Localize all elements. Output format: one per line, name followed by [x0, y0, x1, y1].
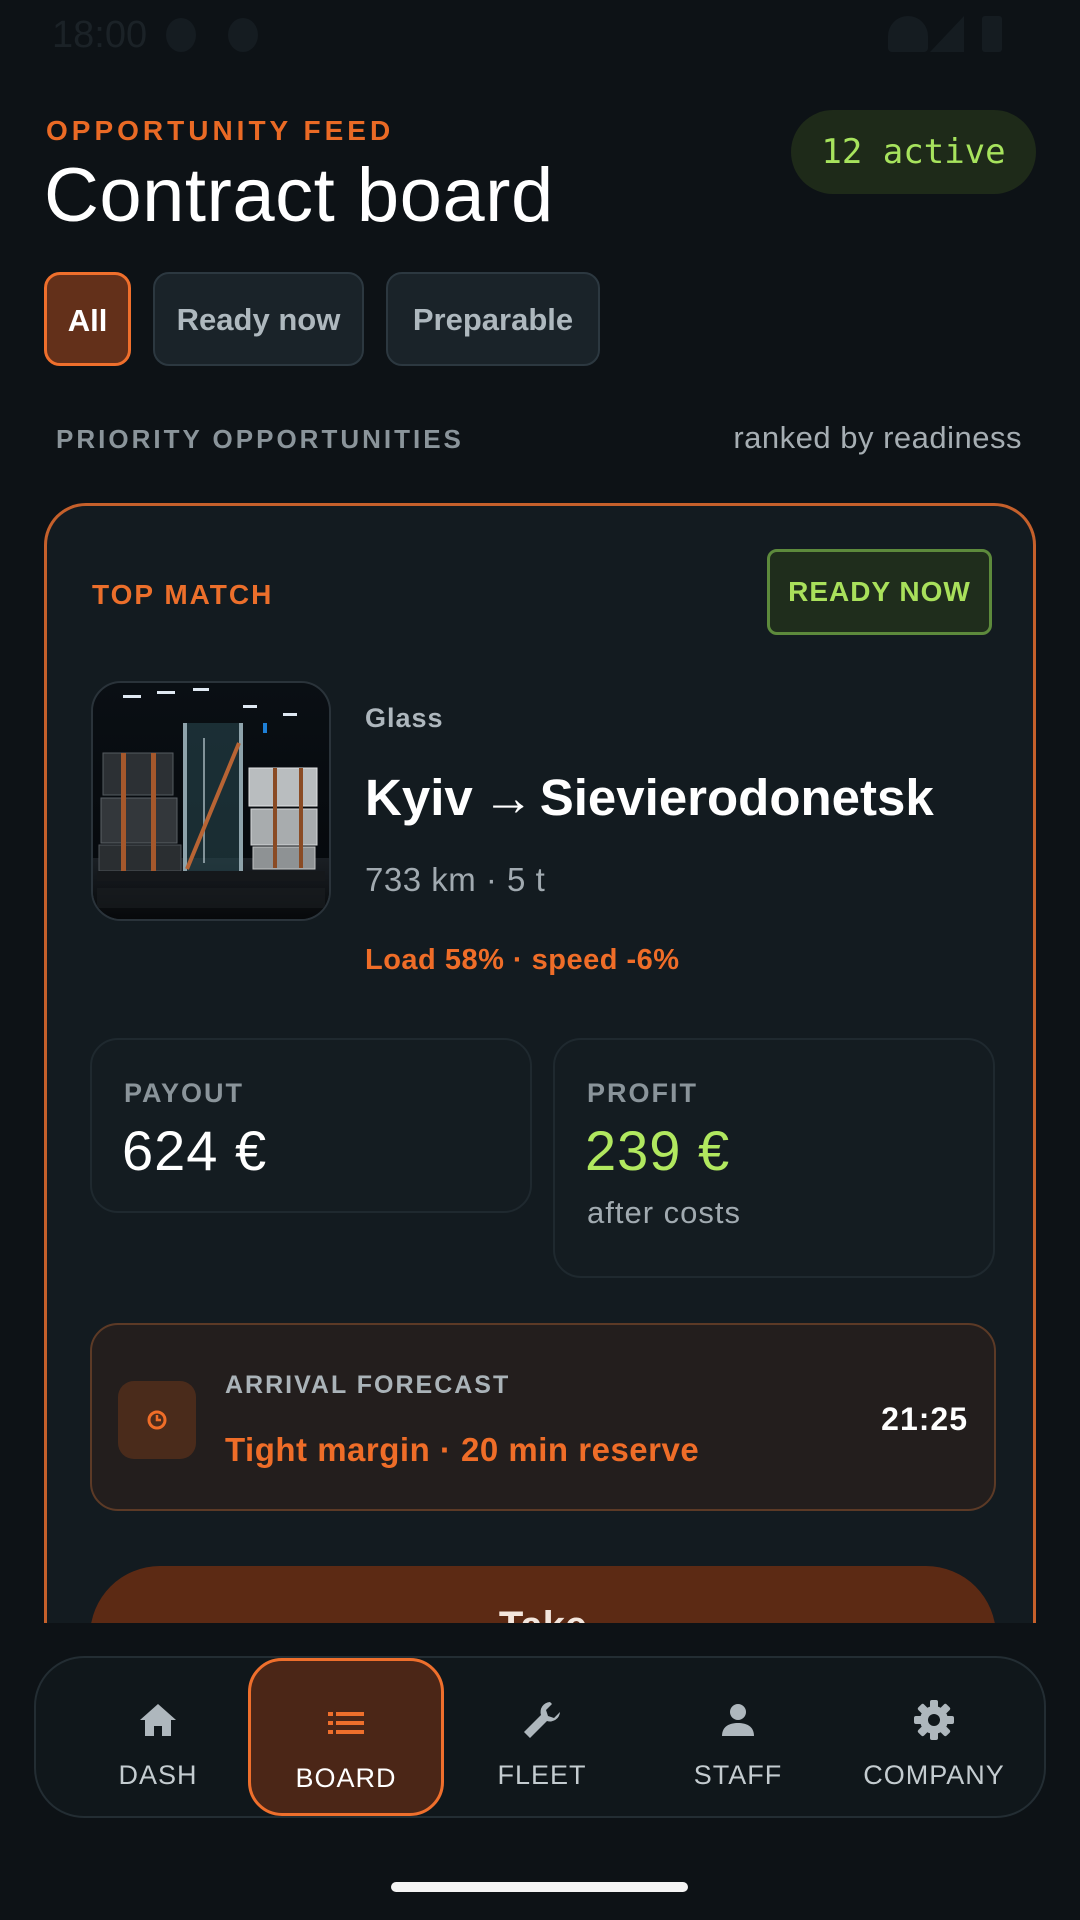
home-indicator[interactable]: [391, 1882, 688, 1892]
home-icon: [140, 1704, 176, 1736]
battery-icon: [982, 16, 1002, 52]
nav-staff[interactable]: STAFF: [640, 1658, 836, 1816]
route-arrow: →: [482, 769, 534, 826]
filter-preparable-chip[interactable]: Preparable: [386, 272, 600, 366]
forecast-time: 21:25: [881, 1401, 968, 1437]
warehouse-cargo-illustration: [93, 683, 329, 919]
section-sort-note: ranked by readiness: [733, 420, 1022, 455]
payout-box: PAYOUT 624 €: [90, 1038, 532, 1213]
section-label: PRIORITY OPPORTUNITIES: [56, 424, 464, 454]
page-eyebrow: OPPORTUNITY FEED: [46, 115, 395, 146]
nav-label-fleet: FLEET: [497, 1760, 587, 1790]
route-destination: Sievierodonetsk: [539, 769, 934, 826]
profit-box: PROFIT 239 € after costs: [553, 1038, 995, 1278]
nav-label-company: COMPANY: [863, 1760, 1005, 1790]
distance-weight: 733 km · 5 t: [365, 861, 546, 898]
person-icon: [722, 1704, 754, 1736]
payout-value: 624 €: [122, 1119, 268, 1182]
nav-label-staff: STAFF: [693, 1760, 783, 1790]
take-contract-button[interactable]: Take: [90, 1566, 996, 1623]
page-title: Contract board: [44, 153, 554, 238]
gear-icon: [914, 1700, 954, 1740]
forecast-message: Tight margin · 20 min reserve: [225, 1431, 700, 1468]
forecast-label: ARRIVAL FORECAST: [225, 1371, 511, 1399]
arrival-forecast: ARRIVAL FORECAST Tight margin · 20 min r…: [90, 1323, 996, 1511]
active-count-badge: 12 active: [791, 110, 1036, 194]
load-speed-info: Load 58% · speed -6%: [365, 944, 680, 976]
wrench-icon: [524, 1702, 560, 1738]
bottom-navigation: DASH BOARD FLEET STAFF COMPANY: [34, 1656, 1046, 1818]
nav-dash[interactable]: DASH: [60, 1658, 256, 1816]
profit-label: PROFIT: [587, 1078, 698, 1108]
alarm-icon: [166, 18, 196, 52]
sync-icon: [228, 18, 258, 52]
nav-fleet[interactable]: FLEET: [444, 1658, 640, 1816]
nav-label-dash: DASH: [118, 1760, 198, 1790]
contract-card[interactable]: TOP MATCH READY NOW Glass Kyiv → Sievier…: [44, 503, 1036, 1623]
nav-company[interactable]: COMPANY: [836, 1658, 1032, 1816]
profit-value: 239 €: [585, 1119, 731, 1182]
nav-label-board: BOARD: [295, 1763, 397, 1793]
list-icon: [328, 1712, 364, 1734]
route-origin: Kyiv: [365, 769, 473, 826]
route-title: Kyiv → Sievierodonetsk: [365, 768, 934, 827]
profit-subtext: after costs: [587, 1195, 741, 1230]
nav-board[interactable]: BOARD: [248, 1658, 444, 1816]
ready-status-badge: READY NOW: [767, 549, 992, 635]
contract-board-screen: 18:00 OPPORTUNITY FEED Contract board 12…: [0, 0, 1080, 1920]
cargo-type: Glass: [365, 703, 444, 733]
top-match-tag: TOP MATCH: [92, 579, 274, 610]
filter-ready-now-chip[interactable]: Ready now: [153, 272, 364, 366]
clock-icon: [118, 1381, 196, 1459]
filter-all-chip[interactable]: All: [44, 272, 131, 366]
payout-label: PAYOUT: [124, 1078, 245, 1108]
cargo-image: [91, 681, 331, 921]
status-bar: 18:00: [0, 0, 1080, 70]
wifi-icon: [888, 16, 928, 52]
status-time: 18:00: [52, 14, 148, 56]
signal-icon: [930, 16, 964, 52]
